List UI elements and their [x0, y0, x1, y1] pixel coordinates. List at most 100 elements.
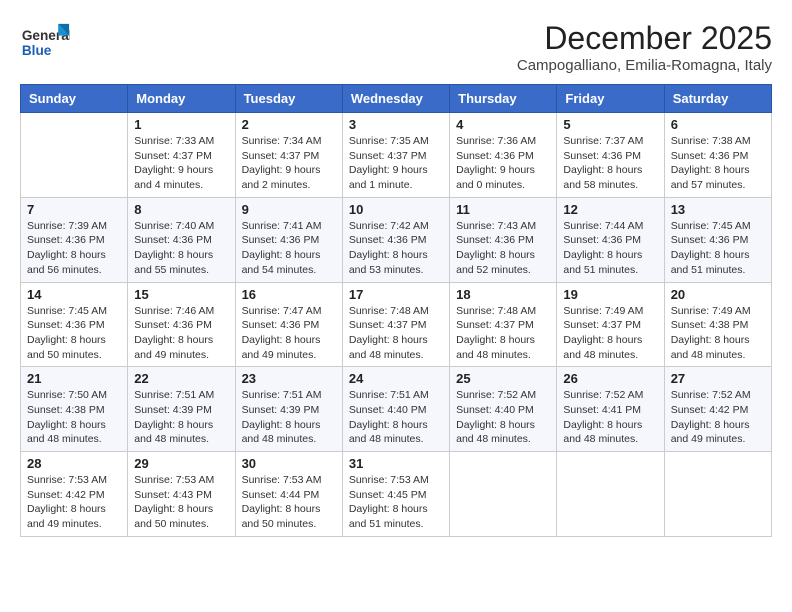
day-number: 24	[349, 371, 443, 386]
day-number: 22	[134, 371, 228, 386]
calendar-cell: 12 Sunrise: 7:44 AMSunset: 4:36 PMDayligh…	[557, 197, 664, 282]
day-number: 3	[349, 117, 443, 132]
day-number: 11	[456, 202, 550, 217]
day-info: Sunrise: 7:42 AMSunset: 4:36 PMDaylight:…	[349, 219, 443, 278]
calendar-cell: 25 Sunrise: 7:52 AMSunset: 4:40 PMDayligh…	[450, 367, 557, 452]
calendar-cell: 1 Sunrise: 7:33 AMSunset: 4:37 PMDaylight…	[128, 113, 235, 198]
page-header: General Blue December 2025 Campogalliano…	[20, 20, 772, 74]
calendar-header: SundayMondayTuesdayWednesdayThursdayFrid…	[21, 85, 772, 113]
day-number: 5	[563, 117, 657, 132]
header-sunday: Sunday	[21, 85, 128, 113]
day-number: 1	[134, 117, 228, 132]
day-info: Sunrise: 7:35 AMSunset: 4:37 PMDaylight:…	[349, 134, 443, 193]
calendar-cell: 5 Sunrise: 7:37 AMSunset: 4:36 PMDaylight…	[557, 113, 664, 198]
day-info: Sunrise: 7:48 AMSunset: 4:37 PMDaylight:…	[456, 304, 550, 363]
calendar-table: SundayMondayTuesdayWednesdayThursdayFrid…	[20, 84, 772, 537]
day-number: 19	[563, 287, 657, 302]
day-info: Sunrise: 7:53 AMSunset: 4:45 PMDaylight:…	[349, 473, 443, 532]
svg-text:Blue: Blue	[22, 43, 52, 58]
calendar-cell: 27 Sunrise: 7:52 AMSunset: 4:42 PMDayligh…	[664, 367, 771, 452]
day-number: 15	[134, 287, 228, 302]
calendar-cell: 20 Sunrise: 7:49 AMSunset: 4:38 PMDayligh…	[664, 282, 771, 367]
day-number: 20	[671, 287, 765, 302]
day-number: 30	[242, 456, 336, 471]
header-friday: Friday	[557, 85, 664, 113]
calendar-cell: 10 Sunrise: 7:42 AMSunset: 4:36 PMDayligh…	[342, 197, 449, 282]
day-number: 13	[671, 202, 765, 217]
day-info: Sunrise: 7:53 AMSunset: 4:43 PMDaylight:…	[134, 473, 228, 532]
calendar-cell	[21, 113, 128, 198]
day-number: 21	[27, 371, 121, 386]
week-row-4: 21Sunrise: 7:50 AMSunset: 4:38 PMDayligh…	[21, 367, 772, 452]
calendar-cell	[664, 452, 771, 537]
day-number: 6	[671, 117, 765, 132]
day-info: Sunrise: 7:47 AMSunset: 4:36 PMDaylight:…	[242, 304, 336, 363]
header-saturday: Saturday	[664, 85, 771, 113]
day-number: 2	[242, 117, 336, 132]
day-number: 17	[349, 287, 443, 302]
day-number: 18	[456, 287, 550, 302]
calendar-cell: 23Sunrise: 7:51 AMSunset: 4:39 PMDayligh…	[235, 367, 342, 452]
day-info: Sunrise: 7:49 AMSunset: 4:38 PMDaylight:…	[671, 304, 765, 363]
calendar-cell: 17Sunrise: 7:48 AMSunset: 4:37 PMDayligh…	[342, 282, 449, 367]
calendar-cell: 9Sunrise: 7:41 AMSunset: 4:36 PMDaylight…	[235, 197, 342, 282]
day-info: Sunrise: 7:52 AMSunset: 4:40 PMDaylight:…	[456, 388, 550, 447]
calendar-cell: 6 Sunrise: 7:38 AMSunset: 4:36 PMDaylight…	[664, 113, 771, 198]
day-number: 7	[27, 202, 121, 217]
day-info: Sunrise: 7:52 AMSunset: 4:41 PMDaylight:…	[563, 388, 657, 447]
day-info: Sunrise: 7:53 AMSunset: 4:44 PMDaylight:…	[242, 473, 336, 532]
header-wednesday: Wednesday	[342, 85, 449, 113]
day-info: Sunrise: 7:40 AMSunset: 4:36 PMDaylight:…	[134, 219, 228, 278]
logo-svg: General Blue	[20, 20, 70, 65]
day-info: Sunrise: 7:43 AMSunset: 4:36 PMDaylight:…	[456, 219, 550, 278]
day-info: Sunrise: 7:52 AMSunset: 4:42 PMDaylight:…	[671, 388, 765, 447]
day-info: Sunrise: 7:51 AMSunset: 4:39 PMDaylight:…	[134, 388, 228, 447]
day-number: 29	[134, 456, 228, 471]
day-info: Sunrise: 7:46 AMSunset: 4:36 PMDaylight:…	[134, 304, 228, 363]
calendar-cell: 29 Sunrise: 7:53 AMSunset: 4:43 PMDayligh…	[128, 452, 235, 537]
week-row-3: 14Sunrise: 7:45 AMSunset: 4:36 PMDayligh…	[21, 282, 772, 367]
day-number: 12	[563, 202, 657, 217]
day-info: Sunrise: 7:38 AMSunset: 4:36 PMDaylight:…	[671, 134, 765, 193]
month-title: December 2025	[517, 20, 772, 57]
calendar-cell: 4 Sunrise: 7:36 AMSunset: 4:36 PMDaylight…	[450, 113, 557, 198]
day-number: 9	[242, 202, 336, 217]
calendar-cell: 19Sunrise: 7:49 AMSunset: 4:37 PMDayligh…	[557, 282, 664, 367]
day-number: 16	[242, 287, 336, 302]
day-number: 25	[456, 371, 550, 386]
calendar-cell: 8 Sunrise: 7:40 AMSunset: 4:36 PMDaylight…	[128, 197, 235, 282]
day-number: 4	[456, 117, 550, 132]
calendar-cell: 21Sunrise: 7:50 AMSunset: 4:38 PMDayligh…	[21, 367, 128, 452]
day-info: Sunrise: 7:36 AMSunset: 4:36 PMDaylight:…	[456, 134, 550, 193]
week-row-1: 1 Sunrise: 7:33 AMSunset: 4:37 PMDaylight…	[21, 113, 772, 198]
day-info: Sunrise: 7:53 AMSunset: 4:42 PMDaylight:…	[27, 473, 121, 532]
calendar-cell: 26 Sunrise: 7:52 AMSunset: 4:41 PMDayligh…	[557, 367, 664, 452]
calendar-cell: 15 Sunrise: 7:46 AMSunset: 4:36 PMDayligh…	[128, 282, 235, 367]
header-tuesday: Tuesday	[235, 85, 342, 113]
calendar-cell: 11 Sunrise: 7:43 AMSunset: 4:36 PMDayligh…	[450, 197, 557, 282]
day-info: Sunrise: 7:37 AMSunset: 4:36 PMDaylight:…	[563, 134, 657, 193]
calendar-cell: 7 Sunrise: 7:39 AMSunset: 4:36 PMDaylight…	[21, 197, 128, 282]
day-info: Sunrise: 7:45 AMSunset: 4:36 PMDaylight:…	[27, 304, 121, 363]
day-info: Sunrise: 7:33 AMSunset: 4:37 PMDaylight:…	[134, 134, 228, 193]
header-thursday: Thursday	[450, 85, 557, 113]
calendar-cell: 24Sunrise: 7:51 AMSunset: 4:40 PMDayligh…	[342, 367, 449, 452]
week-row-2: 7 Sunrise: 7:39 AMSunset: 4:36 PMDaylight…	[21, 197, 772, 282]
calendar-cell: 28Sunrise: 7:53 AMSunset: 4:42 PMDayligh…	[21, 452, 128, 537]
day-number: 31	[349, 456, 443, 471]
day-number: 27	[671, 371, 765, 386]
day-info: Sunrise: 7:44 AMSunset: 4:36 PMDaylight:…	[563, 219, 657, 278]
day-number: 26	[563, 371, 657, 386]
calendar-cell: 16 Sunrise: 7:47 AMSunset: 4:36 PMDayligh…	[235, 282, 342, 367]
calendar-cell: 18 Sunrise: 7:48 AMSunset: 4:37 PMDayligh…	[450, 282, 557, 367]
calendar-cell: 31 Sunrise: 7:53 AMSunset: 4:45 PMDayligh…	[342, 452, 449, 537]
day-number: 8	[134, 202, 228, 217]
day-info: Sunrise: 7:39 AMSunset: 4:36 PMDaylight:…	[27, 219, 121, 278]
day-info: Sunrise: 7:45 AMSunset: 4:36 PMDaylight:…	[671, 219, 765, 278]
calendar-cell: 22 Sunrise: 7:51 AMSunset: 4:39 PMDayligh…	[128, 367, 235, 452]
calendar-cell: 2Sunrise: 7:34 AMSunset: 4:37 PMDaylight…	[235, 113, 342, 198]
header-monday: Monday	[128, 85, 235, 113]
calendar-cell: 13 Sunrise: 7:45 AMSunset: 4:36 PMDayligh…	[664, 197, 771, 282]
week-row-5: 28Sunrise: 7:53 AMSunset: 4:42 PMDayligh…	[21, 452, 772, 537]
day-number: 10	[349, 202, 443, 217]
